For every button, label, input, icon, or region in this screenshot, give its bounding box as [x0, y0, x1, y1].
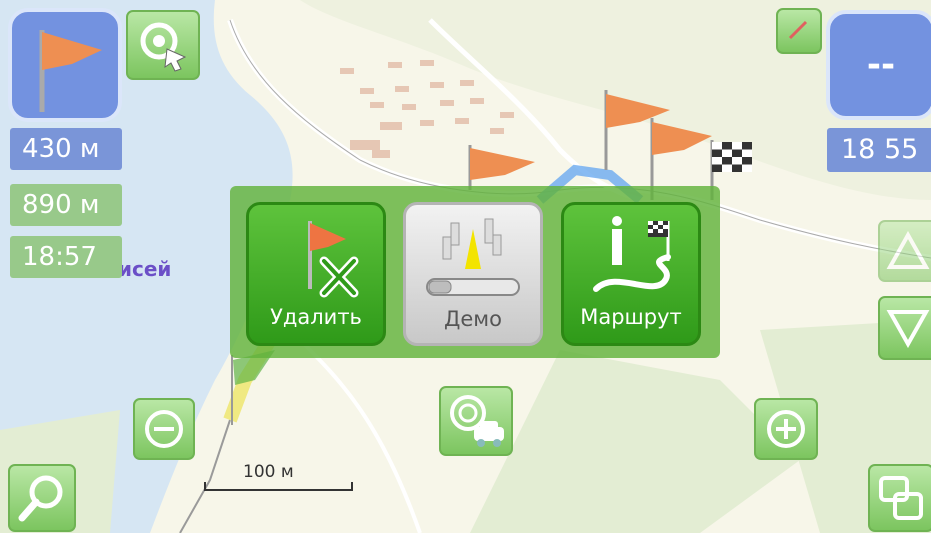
pin-icon: [788, 20, 808, 40]
zoom-in-button[interactable]: [754, 398, 818, 460]
arrow-down-icon: [886, 310, 930, 348]
route-button[interactable]: Маршрут: [561, 202, 701, 346]
direction-button[interactable]: --: [826, 10, 931, 120]
delete-label: Удалить: [270, 305, 362, 329]
flag-icon: [39, 30, 102, 112]
eta-value: 18 55: [827, 128, 931, 172]
arrival-time: 18:57: [10, 236, 122, 278]
layers-icon: [879, 476, 923, 520]
zoom-out-icon: [145, 410, 183, 448]
zoom-in-icon: [767, 410, 805, 448]
pin-button[interactable]: [776, 8, 822, 54]
route-label: Маршрут: [580, 305, 682, 329]
scroll-down-button[interactable]: [878, 296, 931, 360]
delete-waypoint-button[interactable]: Удалить: [246, 202, 386, 346]
distance-to-waypoint: 430 м: [10, 128, 122, 170]
demo-button[interactable]: Демо: [403, 202, 543, 346]
scroll-up-button[interactable]: [878, 220, 931, 282]
zoom-out-button[interactable]: [133, 398, 195, 460]
demo-label: Демо: [443, 307, 503, 331]
target-icon: [140, 22, 187, 72]
destination-flag-button[interactable]: [8, 8, 122, 122]
recenter-button[interactable]: [126, 10, 200, 80]
scale-label: 100 м: [243, 462, 294, 482]
search-icon: [18, 475, 63, 522]
search-button[interactable]: [8, 464, 76, 532]
city-label: исей: [118, 257, 172, 281]
layers-button[interactable]: [868, 464, 931, 532]
distance-to-destination: 890 м: [10, 184, 122, 226]
waypoint-popup: Удалить Демо Маршрут: [230, 186, 720, 358]
route-icon: [593, 216, 671, 292]
gps-car-icon: [450, 395, 504, 447]
demo-road-icon: [426, 218, 520, 296]
gps-follow-button[interactable]: [439, 386, 513, 456]
arrow-up-icon: [886, 231, 930, 269]
delete-flag-icon: [308, 221, 359, 298]
